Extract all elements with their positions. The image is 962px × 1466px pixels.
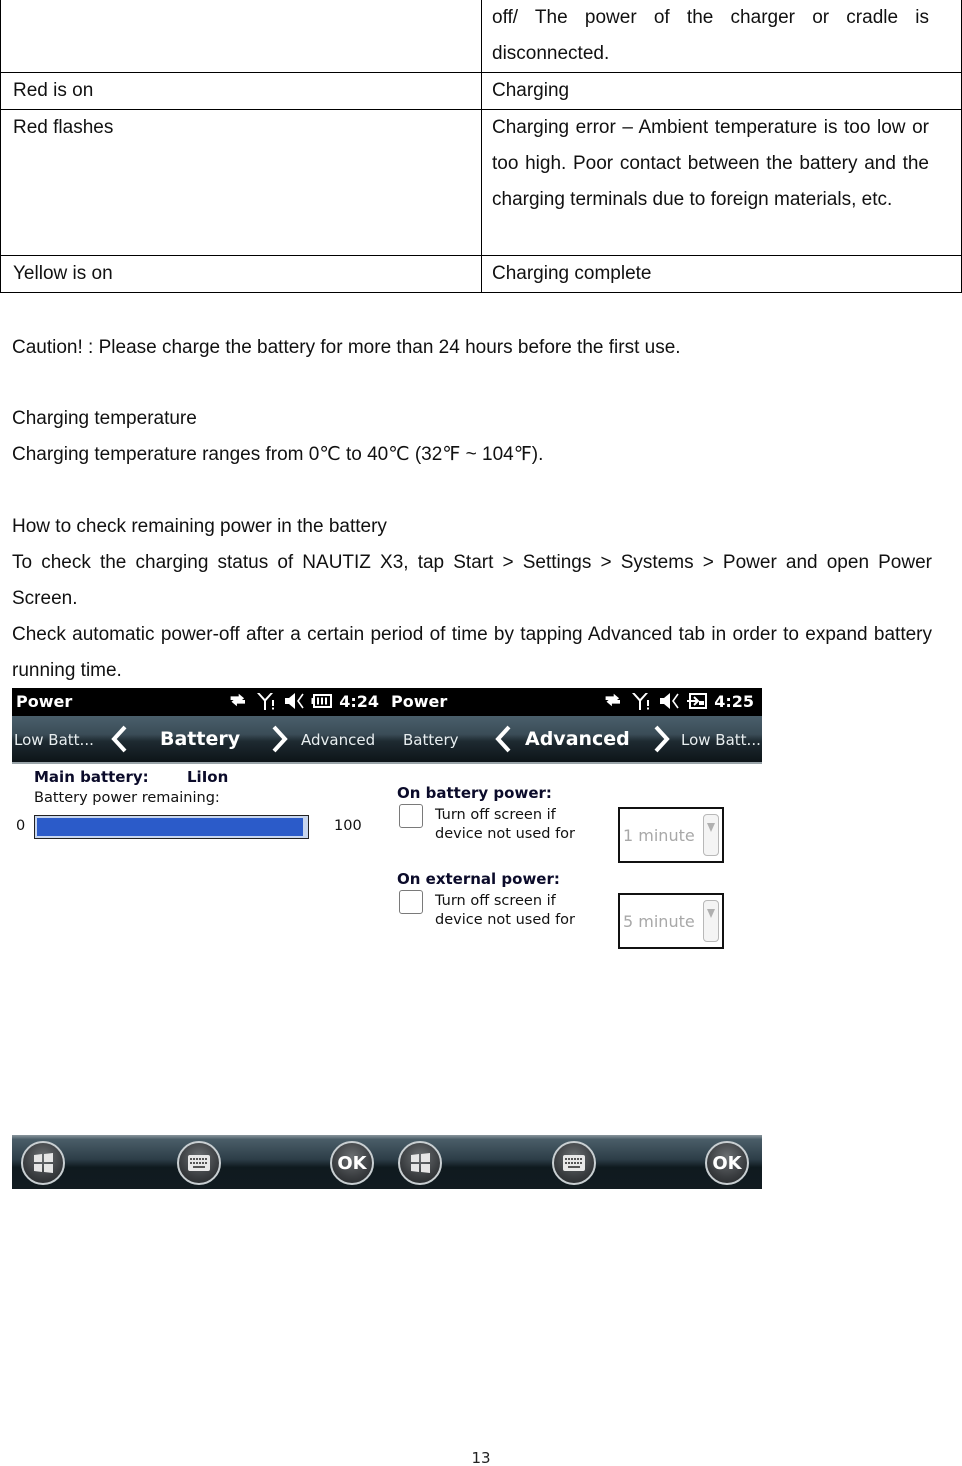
chevron-left-icon[interactable] (494, 724, 514, 754)
table-cell-state: Red is on (0, 72, 482, 110)
keyboard-icon (188, 1155, 210, 1171)
battery-icon[interactable] (311, 691, 333, 711)
battery-turnoff-label-1: Turn off screen if (435, 807, 556, 823)
external-timeout-value: 5 minute (623, 912, 695, 931)
external-turnoff-label-1: Turn off screen if (435, 893, 556, 909)
chevron-right-icon[interactable] (651, 724, 671, 754)
chevron-left-icon[interactable] (110, 724, 130, 754)
tab-prev[interactable]: Low Batt... (14, 731, 94, 749)
remaining-label: Battery power remaining: (34, 790, 220, 806)
battery-power-section: On battery power: (397, 784, 552, 802)
table-cell-meaning: Charging (481, 72, 962, 110)
table-cell-meaning: off/ The power of the charger or cradle … (481, 0, 962, 73)
speaker-muted-icon[interactable] (283, 691, 305, 711)
led-status-table: off/ The power of the charger or cradle … (0, 0, 962, 293)
tab-next[interactable]: Advanced (301, 731, 375, 749)
tab-current[interactable]: Advanced (525, 728, 630, 750)
external-turnoff-label-2: device not used for (435, 912, 576, 928)
remaining-power-text-2: Check automatic power-off after a certai… (12, 624, 932, 681)
page-number: 13 (471, 1449, 491, 1466)
window-title: Power (16, 692, 73, 711)
device-screenshots: Power 4:24 Low Batt... Battery Advanced … (12, 688, 762, 1189)
ok-button[interactable]: OK (705, 1141, 749, 1185)
keyboard-button[interactable] (177, 1141, 221, 1185)
charging-temperature-text: Charging temperature ranges from 0℃ to 4… (12, 444, 544, 465)
title-bar: Power 4:24 (12, 688, 387, 716)
main-battery-type: LiIon (187, 768, 229, 786)
remaining-power-heading: How to check remaining power in the batt… (12, 516, 387, 537)
charging-temperature-heading: Charging temperature (12, 408, 197, 429)
signal-icon[interactable] (255, 691, 277, 711)
progress-max-label: 100 (334, 818, 362, 834)
battery-timeout-dropdown[interactable]: 1 minute (618, 807, 724, 863)
external-turnoff-checkbox[interactable] (399, 890, 423, 914)
battery-turnoff-checkbox[interactable] (399, 804, 423, 828)
tab-bar: Low Batt... Battery Advanced (12, 716, 387, 764)
tab-prev[interactable]: Battery (403, 731, 459, 749)
bottom-bar: OK (12, 1135, 387, 1189)
table-row: Red flashes Charging error – Ambient tem… (0, 109, 962, 256)
title-bar: Power 4:25 (387, 688, 762, 716)
keyboard-icon (563, 1155, 585, 1171)
table-row: off/ The power of the charger or cradle … (0, 0, 962, 73)
windows-logo-icon (34, 1153, 53, 1173)
caution-text: Caution! : Please charge the battery for… (12, 337, 681, 358)
external-power-section: On external power: (397, 870, 560, 888)
clock[interactable]: 4:25 (714, 692, 754, 711)
sync-icon[interactable] (602, 691, 624, 711)
battery-progress-fill (37, 818, 304, 836)
clock[interactable]: 4:24 (339, 692, 379, 711)
tab-current[interactable]: Battery (160, 728, 240, 750)
advanced-screen: Power 4:25 Battery Advanced Low Batt... … (387, 688, 762, 1189)
chevron-right-icon[interactable] (269, 724, 289, 754)
sync-icon[interactable] (227, 691, 249, 711)
signal-icon[interactable] (630, 691, 652, 711)
battery-turnoff-label-2: device not used for (435, 826, 576, 842)
dropdown-arrow-icon[interactable] (703, 814, 719, 856)
table-cell-meaning: Charging complete (481, 255, 962, 293)
external-timeout-dropdown[interactable]: 5 minute (618, 893, 724, 949)
table-cell-state: Red flashes (0, 109, 482, 256)
battery-timeout-value: 1 minute (623, 826, 695, 845)
progress-min-label: 0 (16, 818, 26, 834)
table-row: Red is on Charging (0, 72, 962, 110)
speaker-muted-icon[interactable] (658, 691, 680, 711)
tab-bar: Battery Advanced Low Batt... (387, 716, 762, 764)
table-cell-state: Yellow is on (0, 255, 482, 293)
start-button[interactable] (398, 1141, 442, 1185)
start-button[interactable] (21, 1141, 65, 1185)
window-title: Power (391, 692, 448, 711)
table-cell-state (0, 0, 482, 73)
ok-button[interactable]: OK (330, 1141, 374, 1185)
main-battery-label: Main battery: (34, 768, 149, 786)
table-row: Yellow is on Charging complete (0, 255, 962, 293)
tab-next[interactable]: Low Batt... (681, 731, 761, 749)
keyboard-button[interactable] (552, 1141, 596, 1185)
bottom-bar: OK (387, 1135, 762, 1189)
windows-logo-icon (411, 1153, 430, 1173)
remaining-power-text-1: To check the charging status of NAUTIZ X… (12, 552, 932, 609)
table-cell-meaning: Charging error – Ambient temperature is … (481, 109, 962, 256)
external-power-icon[interactable] (686, 691, 708, 711)
dropdown-arrow-icon[interactable] (703, 900, 719, 942)
battery-progress-bar (34, 815, 309, 839)
battery-screen: Power 4:24 Low Batt... Battery Advanced … (12, 688, 387, 1189)
